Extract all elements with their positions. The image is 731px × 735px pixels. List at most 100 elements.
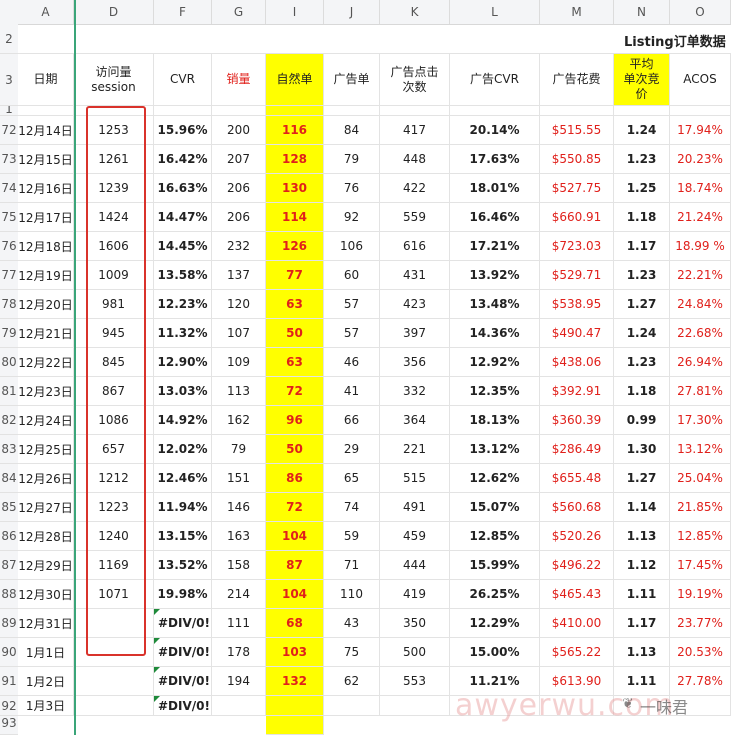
row-number-77[interactable]: 77 <box>0 261 18 290</box>
cell-session[interactable]: 1239 <box>74 174 154 203</box>
cell-session[interactable] <box>74 638 154 667</box>
cell-date[interactable]: 12月19日 <box>18 261 74 290</box>
cell-ad_spend[interactable]: $655.48 <box>540 464 614 493</box>
header-sales[interactable]: 销量 <box>212 54 266 106</box>
column-header-K[interactable]: K <box>380 0 450 24</box>
partial-cell-ad_orders[interactable] <box>324 106 380 116</box>
cell-cpc[interactable]: 1.23 <box>614 348 670 377</box>
row-number-90[interactable]: 90 <box>0 638 18 667</box>
cell-cpc[interactable]: 1.27 <box>614 290 670 319</box>
row-number-87[interactable]: 87 <box>0 551 18 580</box>
cell-cvr[interactable]: 19.98% <box>154 580 212 609</box>
cell-organic[interactable]: 63 <box>266 348 324 377</box>
cell-cvr[interactable]: #DIV/0! <box>154 638 212 667</box>
cell-ad_clicks[interactable]: 417 <box>380 116 450 145</box>
cell-sales[interactable]: 120 <box>212 290 266 319</box>
cell-date[interactable]: 12月26日 <box>18 464 74 493</box>
cell-sales[interactable]: 109 <box>212 348 266 377</box>
cell-sales[interactable]: 214 <box>212 580 266 609</box>
row-number-2[interactable]: 2 <box>0 24 18 54</box>
row-number-84[interactable]: 84 <box>0 464 18 493</box>
cell-organic[interactable]: 50 <box>266 435 324 464</box>
cell-ad_spend[interactable]: $723.03 <box>540 232 614 261</box>
spreadsheet-grid[interactable]: A D F G I J K L M N O 2 Listing订单数据 3 日期 访问量 session CVR 销… <box>0 0 731 735</box>
cell-ad_spend[interactable]: $529.71 <box>540 261 614 290</box>
cell-ad_spend[interactable]: $527.75 <box>540 174 614 203</box>
cell-date[interactable]: 12月14日 <box>18 116 74 145</box>
cell-ad_clicks[interactable]: 356 <box>380 348 450 377</box>
partial-cell-sales[interactable] <box>212 106 266 116</box>
cell-sales[interactable] <box>212 696 266 716</box>
partial-cell-ad_clicks[interactable] <box>380 106 450 116</box>
column-header-I[interactable]: I <box>266 0 324 24</box>
row-number-88[interactable]: 88 <box>0 580 18 609</box>
row-number-80[interactable]: 80 <box>0 348 18 377</box>
cell-organic[interactable]: 68 <box>266 609 324 638</box>
cell-sales[interactable]: 207 <box>212 145 266 174</box>
partial-cell-ad_cvr[interactable] <box>450 106 540 116</box>
cell-cvr[interactable]: 13.52% <box>154 551 212 580</box>
cell-ad_clicks[interactable]: 459 <box>380 522 450 551</box>
cell-organic[interactable] <box>266 696 324 716</box>
cell-cvr[interactable]: 12.02% <box>154 435 212 464</box>
cell-ad_spend[interactable]: $465.43 <box>540 580 614 609</box>
cell-cpc[interactable]: 1.23 <box>614 261 670 290</box>
cell-ad_spend[interactable]: $538.95 <box>540 290 614 319</box>
cell-ad_orders[interactable]: 84 <box>324 116 380 145</box>
cell-session[interactable]: 1071 <box>74 580 154 609</box>
cell-date[interactable]: 12月18日 <box>18 232 74 261</box>
cell-date[interactable]: 12月24日 <box>18 406 74 435</box>
header-date[interactable]: 日期 <box>18 54 74 106</box>
cell-organic[interactable]: 86 <box>266 464 324 493</box>
cell-cpc[interactable]: 1.23 <box>614 145 670 174</box>
cell-date[interactable]: 12月22日 <box>18 348 74 377</box>
cell-ad_clicks[interactable]: 553 <box>380 667 450 696</box>
cell-ad_spend[interactable]: $550.85 <box>540 145 614 174</box>
cell-cvr[interactable]: 13.03% <box>154 377 212 406</box>
cell-date[interactable]: 12月21日 <box>18 319 74 348</box>
cell-acos[interactable]: 23.77% <box>670 609 731 638</box>
cell-ad_orders[interactable]: 43 <box>324 609 380 638</box>
cell-session[interactable] <box>74 696 154 716</box>
cell-sales[interactable]: 113 <box>212 377 266 406</box>
cell-date[interactable]: 12月28日 <box>18 522 74 551</box>
cell-ad_spend[interactable]: $496.22 <box>540 551 614 580</box>
header-ad_orders[interactable]: 广告单 <box>324 54 380 106</box>
cell-session[interactable]: 1424 <box>74 203 154 232</box>
cell-ad_orders[interactable]: 75 <box>324 638 380 667</box>
cell-cpc[interactable]: 1.13 <box>614 638 670 667</box>
cell-session[interactable]: 945 <box>74 319 154 348</box>
cell-ad_orders[interactable] <box>324 696 380 716</box>
cell-acos[interactable]: 21.85% <box>670 493 731 522</box>
cell-ad_orders[interactable]: 66 <box>324 406 380 435</box>
cell-session[interactable]: 1253 <box>74 116 154 145</box>
partial-cell-organic-bottom[interactable] <box>266 716 324 735</box>
cell-ad_clicks[interactable]: 431 <box>380 261 450 290</box>
cell-ad_cvr[interactable]: 18.13% <box>450 406 540 435</box>
cell-ad_spend[interactable]: $392.91 <box>540 377 614 406</box>
cell-organic[interactable]: 116 <box>266 116 324 145</box>
cell-session[interactable]: 1240 <box>74 522 154 551</box>
header-cpc[interactable]: 平均 单次竞价 <box>614 54 670 106</box>
column-header-N[interactable]: N <box>614 0 670 24</box>
cell-ad_spend[interactable]: $410.00 <box>540 609 614 638</box>
cell-ad_cvr[interactable]: 13.12% <box>450 435 540 464</box>
cell-date[interactable]: 12月30日 <box>18 580 74 609</box>
cell-date[interactable]: 1月2日 <box>18 667 74 696</box>
cell-sales[interactable]: 158 <box>212 551 266 580</box>
cell-acos[interactable]: 22.68% <box>670 319 731 348</box>
cell-acos[interactable]: 18.74% <box>670 174 731 203</box>
row-number-76[interactable]: 76 <box>0 232 18 261</box>
cell-acos[interactable]: 21.24% <box>670 203 731 232</box>
cell-acos[interactable]: 19.19% <box>670 580 731 609</box>
cell-ad_clicks[interactable]: 364 <box>380 406 450 435</box>
cell-cvr[interactable]: 16.63% <box>154 174 212 203</box>
cell-cvr[interactable]: 13.58% <box>154 261 212 290</box>
cell-session[interactable] <box>74 609 154 638</box>
cell-ad_cvr[interactable]: 12.85% <box>450 522 540 551</box>
freeze-pane-divider[interactable] <box>74 0 76 735</box>
cell-ad_cvr[interactable]: 17.21% <box>450 232 540 261</box>
row-number-85[interactable]: 85 <box>0 493 18 522</box>
cell-sales[interactable]: 232 <box>212 232 266 261</box>
header-session[interactable]: 访问量 session <box>74 54 154 106</box>
